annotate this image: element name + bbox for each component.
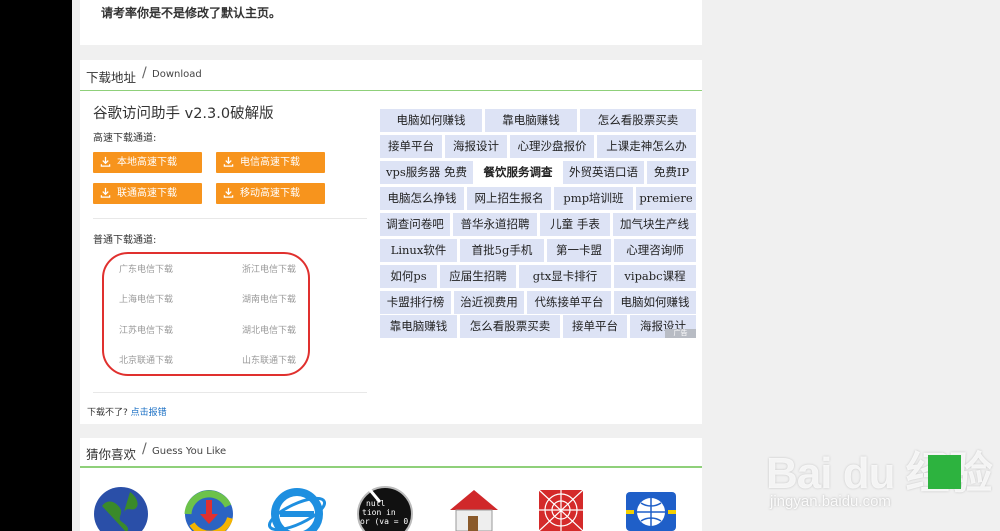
download-icon xyxy=(100,156,111,167)
ad-keyword[interactable]: 心理咨询师 xyxy=(614,239,696,262)
ad-keyword[interactable]: 心理沙盘报价 xyxy=(510,135,594,158)
button-label: 电信高速下载 xyxy=(240,157,300,168)
network-globe-icon[interactable] xyxy=(622,484,680,531)
ad-keyword[interactable]: 第一卡盟 xyxy=(547,239,611,262)
header-separator: / xyxy=(142,441,147,457)
download-icon xyxy=(223,187,234,198)
button-label: 本地高速下载 xyxy=(117,157,177,168)
download-icon xyxy=(100,187,111,198)
telecom-fast-download-button[interactable]: 电信高速下载 xyxy=(216,152,325,173)
ad-keyword[interactable]: 网上招生报名 xyxy=(467,187,551,210)
ad-keyword[interactable]: vps服务器 免费 xyxy=(380,161,473,184)
ad-keyword[interactable]: 接单平台 xyxy=(380,135,442,158)
app-name: 谷歌访问助手 v2.3.0破解版 xyxy=(93,106,274,122)
baidu-jingyan-watermark: Bai du 经验 jingyan.baidu.com xyxy=(760,425,1000,531)
ad-keyword-highlighted[interactable]: 餐饮服务调查 xyxy=(476,161,560,184)
guess-header: 猜你喜欢 / Guess You Like xyxy=(80,438,702,468)
red-highlight-circle xyxy=(102,252,310,376)
ad-keyword[interactable]: 靠电脑赚钱 xyxy=(380,315,457,338)
green-square-badge xyxy=(928,455,961,489)
ad-keyword[interactable]: 儿童 手表 xyxy=(540,213,610,236)
ad-keyword[interactable]: 卡盟排行榜 xyxy=(380,291,451,314)
button-label: 联通高速下载 xyxy=(117,188,177,199)
ad-keyword[interactable]: Linux软件 xyxy=(380,239,457,262)
report-error-link[interactable]: 点击报错 xyxy=(131,408,167,418)
ad-keyword[interactable]: 怎么看股票买卖 xyxy=(460,315,560,338)
report-row: 下载不了? 点击报错 xyxy=(87,405,167,418)
ad-keyword[interactable]: 应届生招聘 xyxy=(440,265,516,288)
ad-keyword[interactable]: 海报设计 xyxy=(445,135,507,158)
top-message-panel: 请考率你是不是修改了默认主页。 xyxy=(80,0,702,45)
divider xyxy=(93,218,367,219)
ad-badge: 广告 xyxy=(665,329,696,338)
guess-you-like-panel: 猜你喜欢 / Guess You Like null tion in or (v… xyxy=(80,438,702,531)
ad-keyword[interactable]: 如何ps xyxy=(380,265,437,288)
ad-keyword[interactable]: 上课走神怎么办 xyxy=(597,135,696,158)
ad-keyword[interactable]: vipabc课程 xyxy=(614,265,696,288)
download-manager-icon[interactable] xyxy=(180,484,238,531)
fast-channel-label: 高速下载通道: xyxy=(93,133,157,144)
ad-keyword[interactable]: pmp培训班 xyxy=(554,187,633,210)
ad-keyword[interactable]: 靠电脑赚钱 xyxy=(485,109,577,132)
button-label: 移动高速下载 xyxy=(240,188,300,199)
ie-browser-icon[interactable] xyxy=(268,484,326,531)
spider-web-icon[interactable] xyxy=(532,484,590,531)
ad-keyword[interactable]: 首批5g手机 xyxy=(460,239,544,262)
download-header: 下载地址 / Download xyxy=(80,60,702,91)
house-icon[interactable] xyxy=(444,484,502,531)
ad-keyword[interactable]: 治近视费用 xyxy=(454,291,524,314)
ad-keyword[interactable]: 怎么看股票买卖 xyxy=(580,109,696,132)
mobile-fast-download-button[interactable]: 移动高速下载 xyxy=(216,183,325,204)
ad-keyword[interactable]: 接单平台 xyxy=(563,315,627,338)
homepage-message: 请考率你是不是修改了默认主页。 xyxy=(101,6,282,20)
divider xyxy=(93,392,367,393)
ad-keyword-grid: 电脑如何赚钱 靠电脑赚钱 怎么看股票买卖 接单平台 海报设计 心理沙盘报价 上课… xyxy=(380,109,696,338)
download-title: 下载地址 xyxy=(86,70,137,85)
xmlhttp-code-icon[interactable]: null tion in or (va = 0 xyxy=(356,484,414,531)
ad-keyword[interactable]: premiere xyxy=(636,187,696,210)
normal-channel-label: 普通下载通道: xyxy=(93,235,157,246)
download-panel: 下载地址 / Download 谷歌访问助手 v2.3.0破解版 高速下载通道:… xyxy=(80,60,702,424)
left-black-bar xyxy=(0,0,72,531)
ad-keyword[interactable]: 免费IP xyxy=(647,161,696,184)
ad-keyword[interactable]: 外贸英语口语 xyxy=(563,161,644,184)
ad-keyword[interactable]: 电脑怎么挣钱 xyxy=(380,187,464,210)
globe-icon[interactable] xyxy=(92,484,150,531)
guess-title-en: Guess You Like xyxy=(152,446,227,457)
ad-keyword[interactable]: 调查问卷吧 xyxy=(380,213,450,236)
guess-title: 猜你喜欢 xyxy=(86,447,137,462)
download-icon xyxy=(223,156,234,167)
ad-keyword[interactable]: 电脑如何赚钱 xyxy=(614,291,696,314)
report-text: 下载不了? xyxy=(87,408,128,418)
unicom-fast-download-button[interactable]: 联通高速下载 xyxy=(93,183,202,204)
ad-keyword[interactable]: 代练接单平台 xyxy=(527,291,611,314)
ad-keyword[interactable]: 加气块生产线 xyxy=(613,213,696,236)
svg-text:or (va = 0: or (va = 0 xyxy=(360,517,408,526)
ad-keyword[interactable]: gtx显卡排行 xyxy=(519,265,611,288)
download-title-en: Download xyxy=(152,69,202,80)
watermark-url: jingyan.baidu.com xyxy=(770,493,891,510)
ad-keyword[interactable]: 电脑如何赚钱 xyxy=(380,109,482,132)
ad-keyword[interactable]: 普华永道招聘 xyxy=(453,213,537,236)
svg-text:tion in: tion in xyxy=(362,508,396,517)
svg-text:null: null xyxy=(366,499,385,508)
local-fast-download-button[interactable]: 本地高速下载 xyxy=(93,152,202,173)
header-separator: / xyxy=(142,65,147,81)
